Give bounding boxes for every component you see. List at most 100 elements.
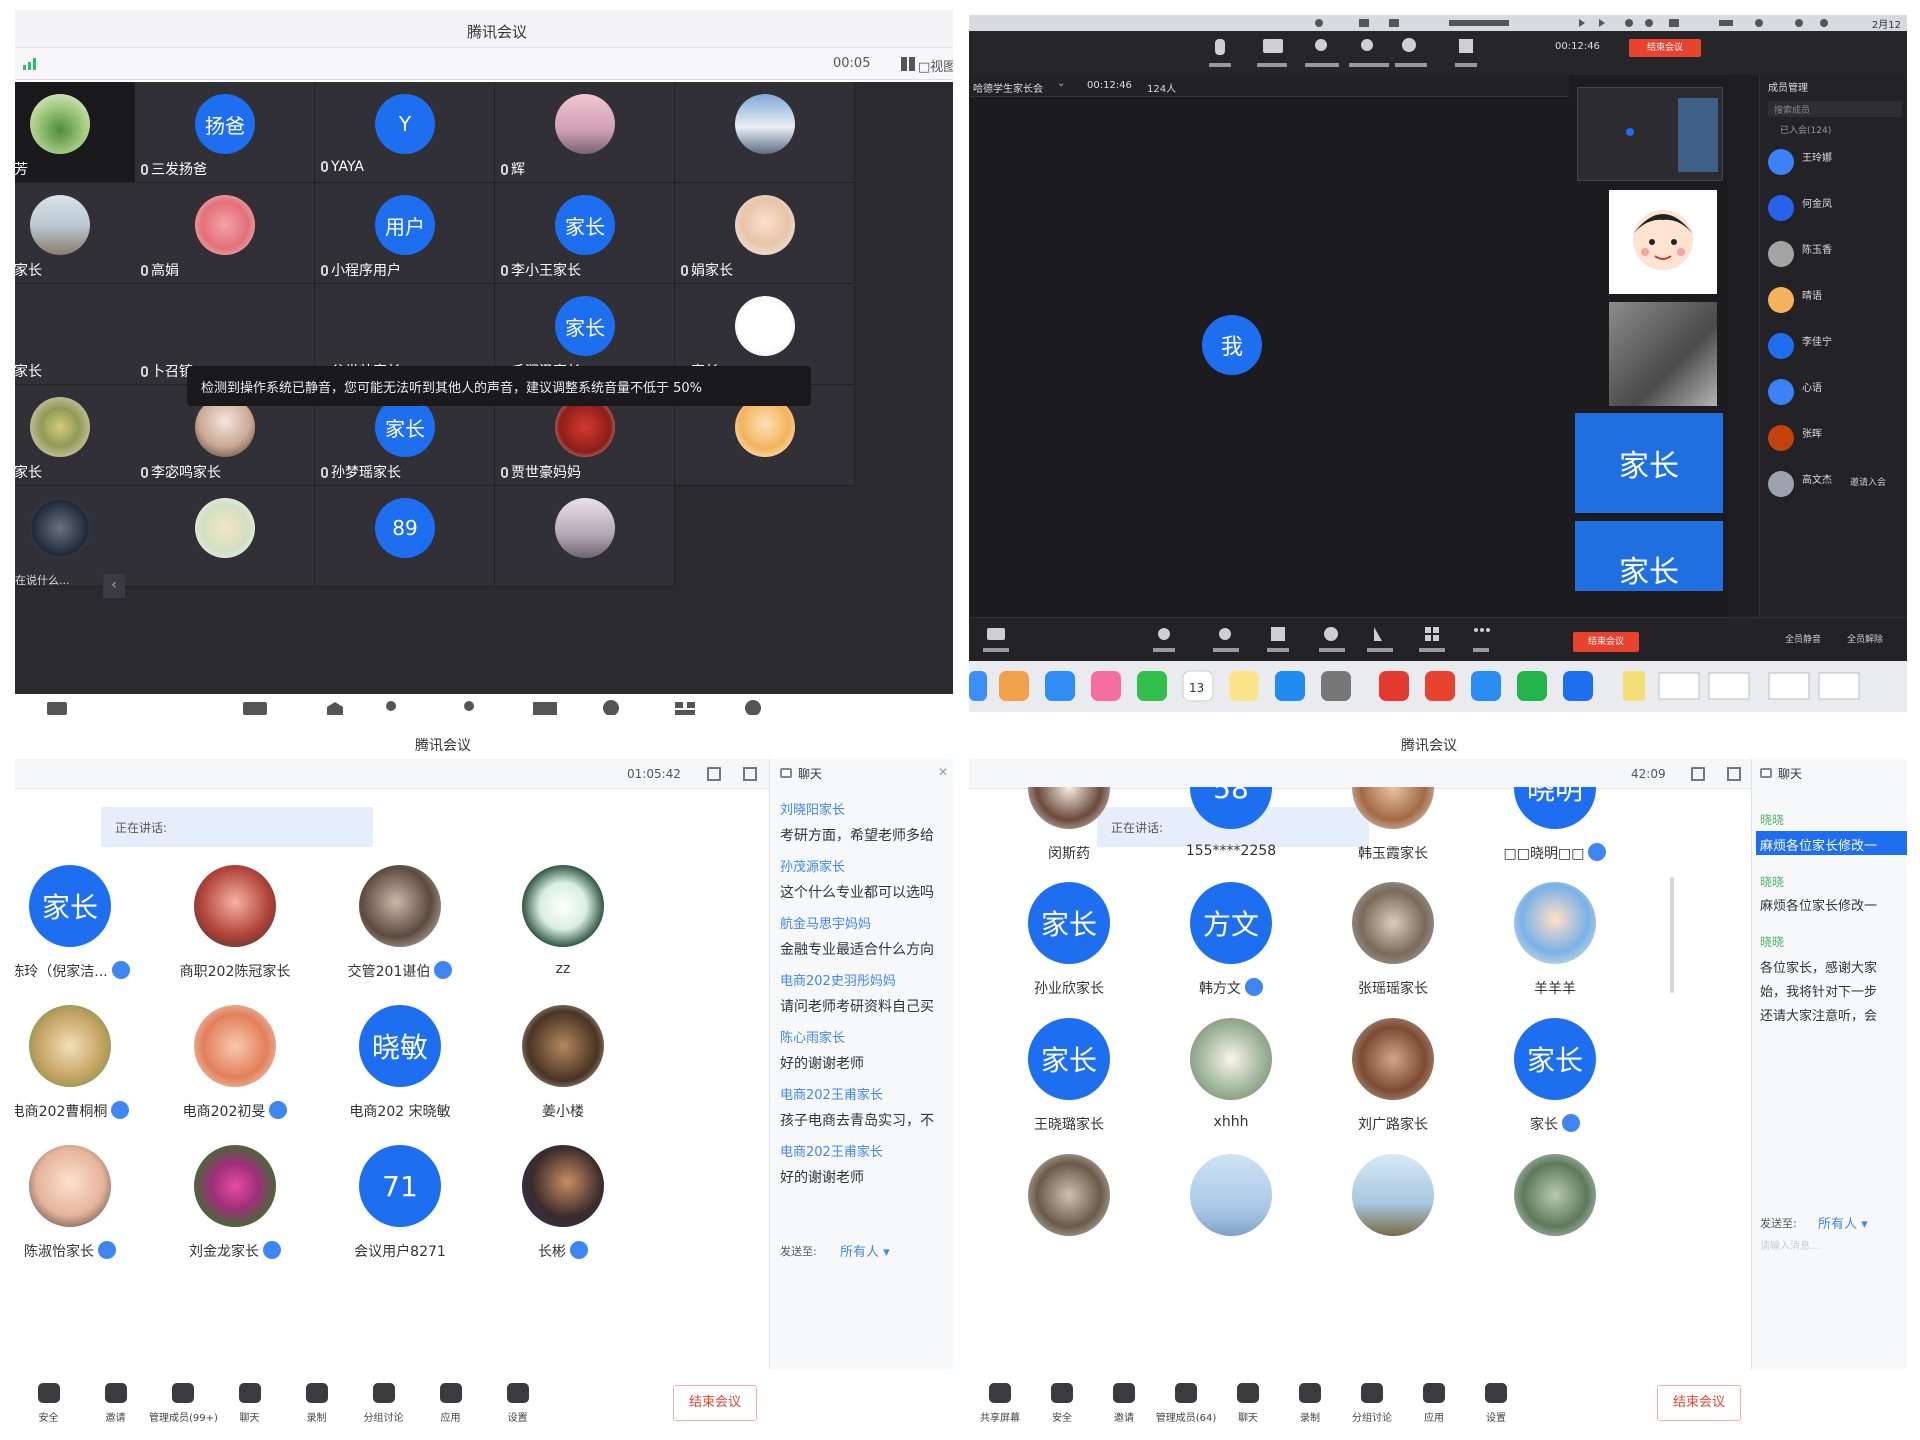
toolbar-button[interactable]: 共享屏幕 — [969, 1375, 1031, 1430]
toolbar-button[interactable]: 分组讨论 — [350, 1375, 417, 1430]
unmute-all-button[interactable]: 全员解除 — [1847, 632, 1883, 645]
participant-tile[interactable]: 电商202曹桐桐 — [15, 1005, 150, 1135]
meeting-name[interactable]: 哈德学生家长会 — [973, 80, 1043, 95]
video-tile[interactable]: 王升家长 — [15, 183, 150, 284]
participant-tile[interactable] — [989, 1154, 1149, 1284]
participant-tile[interactable]: 71 会议用户8271 — [320, 1145, 480, 1275]
participant-tile[interactable]: 姜小楼 — [483, 1005, 643, 1135]
toolbar-button[interactable]: 设置 — [484, 1375, 551, 1430]
send-target-c[interactable]: 所有人 ▾ — [840, 1241, 890, 1260]
scrollbar-d[interactable] — [1670, 877, 1674, 993]
video-tile[interactable] — [675, 82, 855, 183]
video-tile[interactable]: 刘岩家长 — [15, 284, 150, 385]
video-tile[interactable]: 李灵家长 — [15, 385, 150, 486]
video-tile[interactable]: 刘晓芳 — [15, 82, 150, 183]
toolbar-button[interactable]: 安全 — [1031, 1375, 1093, 1430]
member-row[interactable]: 王玲娜 — [1760, 143, 1907, 183]
participant-tile[interactable]: 羊羊羊 — [1475, 882, 1629, 1012]
participant-tile[interactable]: 交管201谌伯 — [320, 865, 480, 995]
toolbar-button[interactable]: 聊天 — [216, 1375, 283, 1430]
participant-tile[interactable]: 方文 韩方文 — [1151, 882, 1311, 1012]
toolbar-icon — [1237, 1383, 1259, 1403]
fullscreen-icon[interactable] — [707, 767, 721, 781]
video-tile[interactable] — [135, 486, 315, 587]
video-tile[interactable]: 娟家长 — [675, 183, 855, 284]
member-row[interactable]: 何金凤 — [1760, 189, 1907, 229]
participant-tile[interactable]: 58 155****2258 — [1151, 787, 1311, 877]
participant-tile[interactable]: 家长 陈玲（倪家洁... — [15, 865, 150, 995]
toolbar-button[interactable]: 安全 — [15, 1375, 82, 1430]
participant-tile[interactable]: 张瑶瑶家长 — [1313, 882, 1473, 1012]
member-row[interactable]: 晴语 — [1760, 281, 1907, 321]
fullscreen-icon-d[interactable] — [1691, 767, 1705, 781]
participant-tile[interactable]: 商职202陈冠家长 — [155, 865, 315, 995]
chat-sender[interactable]: 电商202史羽彤妈妈 — [780, 970, 896, 989]
grid-view-icon[interactable] — [901, 57, 915, 71]
participant-tile[interactable]: 刘广路家长 — [1313, 1018, 1473, 1148]
member-row[interactable]: 张晖 — [1760, 419, 1907, 459]
toolbar-button[interactable]: 管理成员(64) — [1155, 1375, 1217, 1430]
toolbar-button[interactable]: 设置 — [1465, 1375, 1527, 1430]
participant-name: 韩玉霞家长 — [1313, 843, 1473, 863]
participant-tile[interactable]: 家长 王晓璐家长 — [989, 1018, 1149, 1148]
end-meeting-c[interactable]: 结束会议 — [673, 1385, 757, 1421]
toolbar-button[interactable]: 聊天 — [1217, 1375, 1279, 1430]
participant-tile[interactable]: 闵斯药 — [989, 787, 1149, 877]
member-search[interactable]: 搜索成员 — [1768, 101, 1902, 117]
video-tile[interactable]: 扬爸 三发扬爸 — [135, 82, 315, 183]
chat-message: 金融专业最适合什么方向 — [780, 942, 934, 958]
dropdown-icon[interactable]: ⌄ — [1057, 78, 1065, 89]
member-row[interactable]: 心语 — [1760, 373, 1907, 413]
chat-sender[interactable]: 电商202王甫家长 — [780, 1084, 883, 1103]
participant-tile[interactable]: 韩玉霞家长 — [1313, 787, 1473, 877]
end-meeting-bottom[interactable]: 结束会议 — [1573, 632, 1639, 652]
participant-tile[interactable]: xhhh — [1151, 1018, 1311, 1148]
participant-tile[interactable]: 家长 家长 — [1475, 1018, 1629, 1148]
mute-all-button[interactable]: 全员静音 — [1785, 632, 1821, 645]
participant-tile[interactable]: 晓明 □□晓明□□ — [1475, 787, 1629, 877]
avatar-photo — [1352, 787, 1434, 829]
participant-tile[interactable]: 电商202初旻 — [155, 1005, 315, 1135]
send-target-d[interactable]: 所有人 ▾ — [1818, 1213, 1868, 1232]
video-tile[interactable]: 用户 小程序用户 — [315, 183, 495, 284]
end-meeting-top[interactable]: 结束会议 — [1629, 39, 1701, 57]
video-tile[interactable]: 家长 李小王家长 — [495, 183, 675, 284]
end-meeting-d[interactable]: 结束会议 — [1657, 1385, 1741, 1421]
toolbar-button[interactable]: 管理成员(99+) — [149, 1375, 218, 1430]
video-tile[interactable]: 高娟 — [135, 183, 315, 284]
toolbar-button[interactable]: 应用 — [1403, 1375, 1465, 1430]
chat-sender[interactable]: 陈心雨家长 — [780, 1027, 845, 1046]
participant-tile[interactable]: 长彬 — [483, 1145, 643, 1275]
chat-sender[interactable]: 孙茂源家长 — [780, 856, 845, 875]
video-tile[interactable]: Y YAYA — [315, 82, 495, 183]
participant-tile[interactable] — [1475, 1154, 1629, 1284]
toolbar-button[interactable]: 邀请 — [82, 1375, 149, 1430]
invite-label[interactable]: 邀请入会 — [1850, 475, 1886, 488]
participant-tile[interactable]: 家长 孙业欣家长 — [989, 882, 1149, 1012]
chat-sender[interactable]: 刘晓阳家长 — [780, 799, 845, 818]
video-tile[interactable] — [495, 486, 675, 587]
chat-input-d[interactable]: 请输入消息... — [1760, 1237, 1820, 1252]
close-icon[interactable]: ✕ — [938, 765, 948, 779]
collapse-arrow[interactable]: ‹ — [103, 574, 125, 598]
video-tile[interactable]: 辉 — [495, 82, 675, 183]
toolbar-button[interactable]: 应用 — [417, 1375, 484, 1430]
participant-tile[interactable]: zz — [483, 865, 643, 995]
participant-tile[interactable]: 晓敏 电商202 宋晓敏 — [320, 1005, 480, 1135]
toolbar-button[interactable]: 录制 — [283, 1375, 350, 1430]
chat-sender[interactable]: 航金马思宇妈妈 — [780, 913, 871, 932]
participant-tile[interactable] — [1313, 1154, 1473, 1284]
toolbar-button[interactable]: 分组讨论 — [1341, 1375, 1403, 1430]
member-row[interactable]: 李佳宁 — [1760, 327, 1907, 367]
toolbar-button[interactable]: 录制 — [1279, 1375, 1341, 1430]
layout-icon-d[interactable] — [1727, 767, 1741, 781]
participant-tile[interactable] — [1151, 1154, 1311, 1284]
layout-icon[interactable] — [743, 767, 757, 781]
participant-tile[interactable]: 刘金龙家长 — [155, 1145, 315, 1275]
toolbar-button[interactable]: 邀请 — [1093, 1375, 1155, 1430]
chat-sender[interactable]: 电商202王甫家长 — [780, 1141, 883, 1160]
participant-tile[interactable]: 陈淑怡家长 — [15, 1145, 150, 1275]
video-tile[interactable]: 89 — [315, 486, 495, 587]
member-row[interactable]: 陈玉香 — [1760, 235, 1907, 275]
view-button[interactable]: □视图 — [918, 56, 953, 75]
